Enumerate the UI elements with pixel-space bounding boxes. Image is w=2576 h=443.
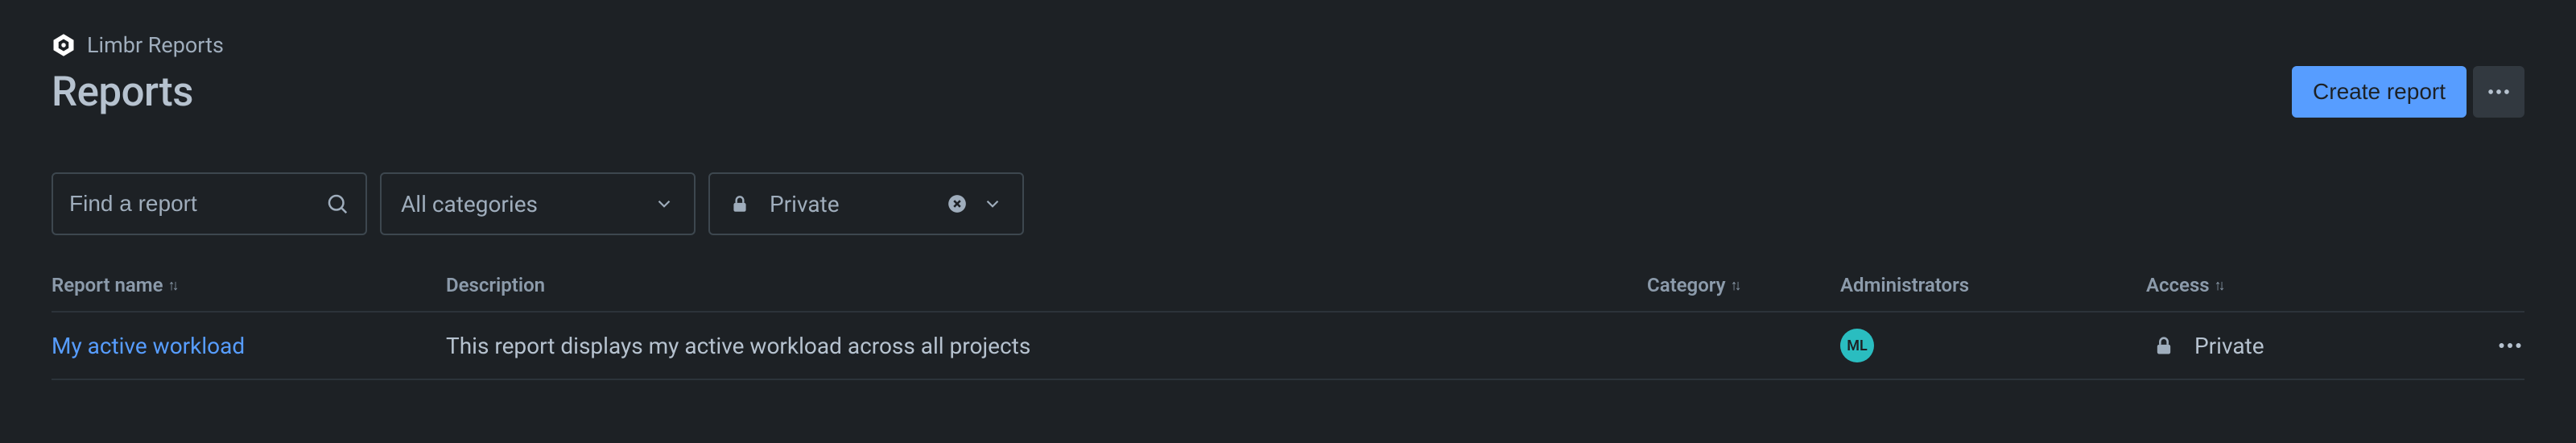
access-filter-chip[interactable]: Private [708, 172, 1024, 235]
chevron-down-icon [982, 193, 1003, 214]
column-header-name-label: Report name [52, 274, 163, 296]
column-header-access-label: Access [2146, 274, 2210, 296]
column-header-category[interactable]: Category ↑↓ [1647, 274, 1840, 296]
clear-filter-icon[interactable] [947, 193, 968, 214]
access-filter-label: Private [770, 191, 840, 217]
search-icon [325, 192, 349, 216]
category-select-label: All categories [401, 191, 538, 217]
sort-icon: ↑↓ [1731, 277, 1739, 294]
more-actions-button[interactable] [2473, 66, 2524, 118]
filters: All categories Private [52, 172, 2524, 235]
sort-icon: ↑↓ [2215, 277, 2223, 294]
column-header-category-label: Category [1647, 274, 1726, 296]
reports-table: Report name ↑↓ Description Category ↑↓ A… [52, 274, 2524, 380]
breadcrumb: Limbr Reports [52, 32, 2524, 58]
avatar[interactable]: ML [1840, 329, 1874, 362]
app-logo-icon [52, 33, 76, 57]
report-name-link[interactable]: My active workload [52, 333, 245, 359]
report-description: This report displays my active workload … [446, 333, 1647, 359]
category-select[interactable]: All categories [380, 172, 696, 235]
report-access-label: Private [2194, 333, 2264, 359]
search-input-wrapper [52, 172, 367, 235]
column-header-administrators: Administrators [1840, 274, 2146, 296]
lock-icon [729, 193, 750, 214]
column-header-access[interactable]: Access ↑↓ [2146, 274, 2436, 296]
page-header: Reports Create report [52, 66, 2524, 118]
table-header: Report name ↑↓ Description Category ↑↓ A… [52, 274, 2524, 313]
lock-icon [2153, 334, 2175, 357]
column-header-description: Description [446, 274, 1647, 296]
header-actions: Create report [2292, 66, 2524, 118]
breadcrumb-label[interactable]: Limbr Reports [87, 32, 224, 58]
more-horizontal-icon [2485, 78, 2512, 106]
create-report-button[interactable]: Create report [2292, 66, 2467, 118]
page-title: Reports [52, 68, 193, 116]
search-input[interactable] [69, 191, 325, 217]
chevron-down-icon [654, 193, 675, 214]
row-more-actions-button[interactable] [2496, 331, 2524, 360]
table-row: My active workload This report displays … [52, 313, 2524, 380]
sort-icon: ↑↓ [168, 277, 176, 294]
column-header-name[interactable]: Report name ↑↓ [52, 274, 446, 296]
column-header-actions [2436, 274, 2524, 296]
